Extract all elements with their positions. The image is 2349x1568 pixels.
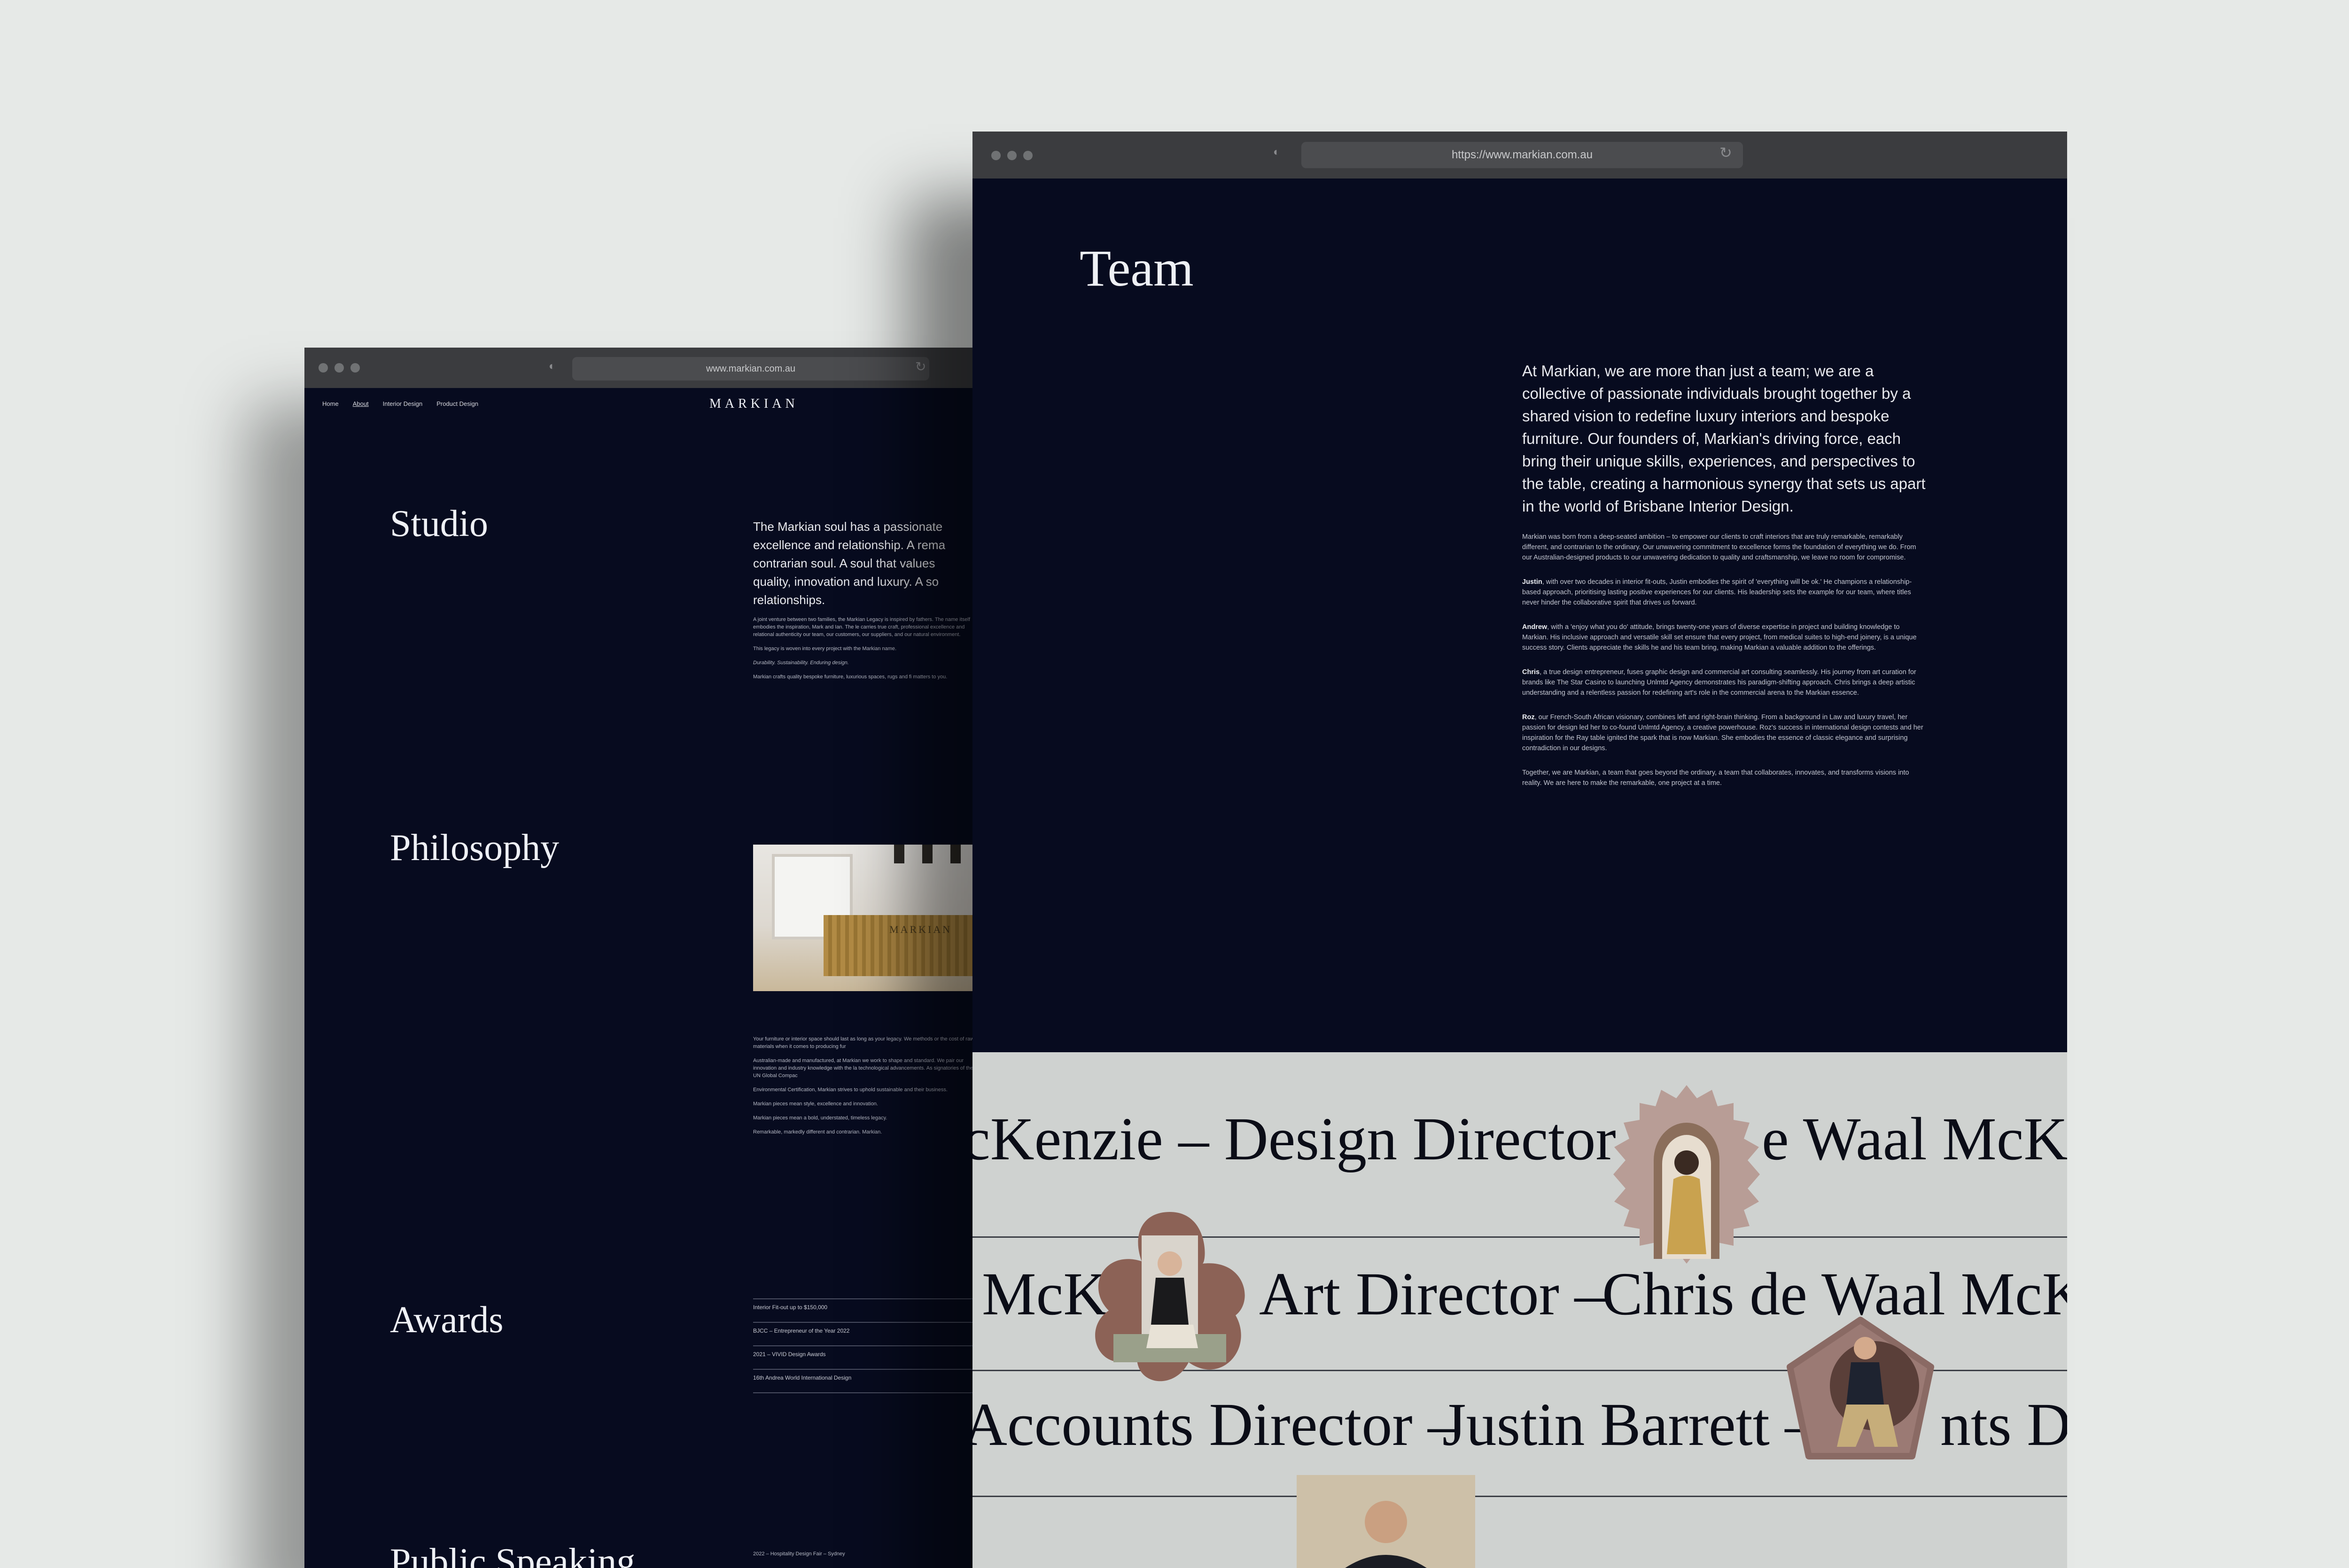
- marquee-text: e Waal McKen: [1762, 1105, 2067, 1173]
- counter-logo: MARKIAN: [889, 924, 952, 935]
- browser-chrome: ◐ https://www.markian.com.au ↻: [972, 132, 2067, 179]
- bio-text: , with over two decades in interior fit-…: [1522, 578, 1912, 606]
- team-title: Team: [1080, 240, 1194, 297]
- marquee-text: nts D: [1940, 1391, 2067, 1459]
- window-controls: [991, 151, 1033, 160]
- person-head: [1674, 1150, 1699, 1175]
- person-dress: [1667, 1175, 1706, 1254]
- bio-text: , our French-South African visionary, co…: [1522, 714, 1923, 752]
- browser-chrome: ◐ www.markian.com.au ↻: [304, 348, 990, 388]
- philosophy-paragraph: Environmental Certification, Markian str…: [753, 1087, 948, 1093]
- person-head: [1158, 1251, 1182, 1276]
- philosophy-paragraph: Markian pieces mean style, excellence an…: [753, 1101, 878, 1107]
- bio-name: Andrew: [1522, 623, 1548, 631]
- maximize-dot-icon[interactable]: [350, 363, 360, 373]
- philosophy-title: Philosophy: [390, 827, 560, 869]
- pendant-lamp: [950, 845, 961, 863]
- address-bar[interactable]: https://www.markian.com.au: [1301, 142, 1743, 168]
- nav-interior-design[interactable]: Interior Design: [383, 400, 423, 407]
- site-nav: Home About Interior Design Product Desig…: [322, 400, 478, 407]
- pendant-lamp: [922, 845, 933, 863]
- portrait-team-member: [1297, 1475, 1475, 1568]
- studio-text: The Markian soul has a passionate excell…: [753, 518, 990, 681]
- philosophy-paragraph: Your furniture or interior space should …: [753, 1036, 974, 1049]
- studio-tagline: Durability. Sustainability. Enduring des…: [753, 660, 849, 666]
- person-head: [1854, 1337, 1876, 1359]
- shield-icon[interactable]: ◐: [549, 360, 556, 373]
- portrait-art-director: [1095, 1212, 1245, 1382]
- team-paragraph: Together, we are Markian, a team that go…: [1522, 769, 1909, 787]
- team-text: At Markian, we are more than just a team…: [1522, 360, 1926, 788]
- studio-paragraph: This legacy is woven into every project …: [753, 646, 897, 652]
- team-marquee: cKenzie – Design Director – e Waal McKen…: [972, 1052, 2067, 1568]
- browser-window-about: ◐ www.markian.com.au ↻ Home About Interi…: [304, 348, 990, 1568]
- person-jacket: [1846, 1362, 1884, 1405]
- philosophy-paragraph: Australian-made and manufactured, at Mar…: [753, 1058, 973, 1079]
- studio-paragraph: A joint venture between two families, th…: [753, 617, 971, 637]
- marquee-divider: [972, 1496, 2067, 1497]
- bio-text: , a true design entrepreneur, fuses grap…: [1522, 668, 1916, 697]
- site-logo[interactable]: MARKIAN: [709, 396, 799, 411]
- bio-text: , with a 'enjoy what you do' attitude, b…: [1522, 623, 1917, 652]
- marquee-text: Justin Barrett –: [1442, 1391, 1816, 1459]
- nav-about[interactable]: About: [353, 400, 369, 407]
- award-item: 16th Andrea World International Design: [753, 1369, 990, 1392]
- nav-product-design[interactable]: Product Design: [436, 400, 478, 407]
- showroom-photo: MARKIAN: [753, 845, 990, 991]
- reload-icon[interactable]: ↻: [1719, 144, 1732, 162]
- bio-name: Roz: [1522, 714, 1535, 721]
- address-bar[interactable]: www.markian.com.au: [572, 357, 929, 380]
- browser-window-team: ◐ https://www.markian.com.au ↻ Team At M…: [972, 132, 2067, 1568]
- minimize-dot-icon[interactable]: [334, 363, 344, 373]
- team-bio-chris: Chris, a true design entrepreneur, fuses…: [1522, 667, 1926, 698]
- marquee-text: Art Director –: [1259, 1260, 1605, 1328]
- speaking-item: 2022 – Hospitality Design Fair – Sydney: [753, 1551, 845, 1557]
- shield-icon[interactable]: ◐: [1273, 146, 1280, 159]
- person-head: [1365, 1501, 1407, 1543]
- nav-home[interactable]: Home: [322, 400, 339, 407]
- philosophy-paragraph: Remarkable, markedly different and contr…: [753, 1129, 882, 1135]
- awards-title: Awards: [390, 1299, 504, 1341]
- pendant-lamp: [894, 845, 904, 863]
- philosophy-text: Your furniture or interior space should …: [753, 1029, 974, 1136]
- marquee-text: Accounts Director –: [972, 1391, 1459, 1459]
- marquee-text: cKenzie – Design Director –: [972, 1105, 1662, 1173]
- team-bio-andrew: Andrew, with a 'enjoy what you do' attit…: [1522, 622, 1926, 653]
- studio-lead: The Markian soul has a passionate excell…: [753, 520, 946, 607]
- studio-paragraph: Markian crafts quality bespoke furniture…: [753, 674, 948, 680]
- studio-title: Studio: [390, 503, 488, 544]
- minimize-dot-icon[interactable]: [1007, 151, 1017, 160]
- award-item: 2021 – VIVID Design Awards: [753, 1345, 990, 1369]
- portrait-design-director: [1613, 1085, 1760, 1264]
- philosophy-paragraph: Markian pieces mean a bold, understated,…: [753, 1115, 887, 1121]
- bio-name: Chris: [1522, 668, 1540, 676]
- award-item: Interior Fit-out up to $150,000: [753, 1298, 990, 1322]
- window-controls: [319, 363, 360, 373]
- person-jacket: [1151, 1278, 1189, 1325]
- portrait-accounts-director: [1787, 1317, 1934, 1459]
- public-speaking-title: Public Speaking: [390, 1541, 636, 1568]
- bio-name: Justin: [1522, 578, 1542, 586]
- maximize-dot-icon[interactable]: [1023, 151, 1033, 160]
- team-bio-justin: Justin, with over two decades in interio…: [1522, 577, 1926, 608]
- reload-icon[interactable]: ↻: [915, 359, 926, 374]
- team-paragraph: Markian was born from a deep-seated ambi…: [1522, 533, 1916, 561]
- team-lead: At Markian, we are more than just a team…: [1522, 362, 1926, 515]
- person-trousers: [1146, 1325, 1198, 1348]
- close-dot-icon[interactable]: [319, 363, 328, 373]
- award-item: BJCC – Entrepreneur of the Year 2022: [753, 1322, 990, 1345]
- awards-list: Interior Fit-out up to $150,000 BJCC – E…: [753, 1298, 990, 1393]
- team-bio-roz: Roz, our French-South African visionary,…: [1522, 712, 1926, 753]
- close-dot-icon[interactable]: [991, 151, 1001, 160]
- award-divider: [753, 1392, 990, 1393]
